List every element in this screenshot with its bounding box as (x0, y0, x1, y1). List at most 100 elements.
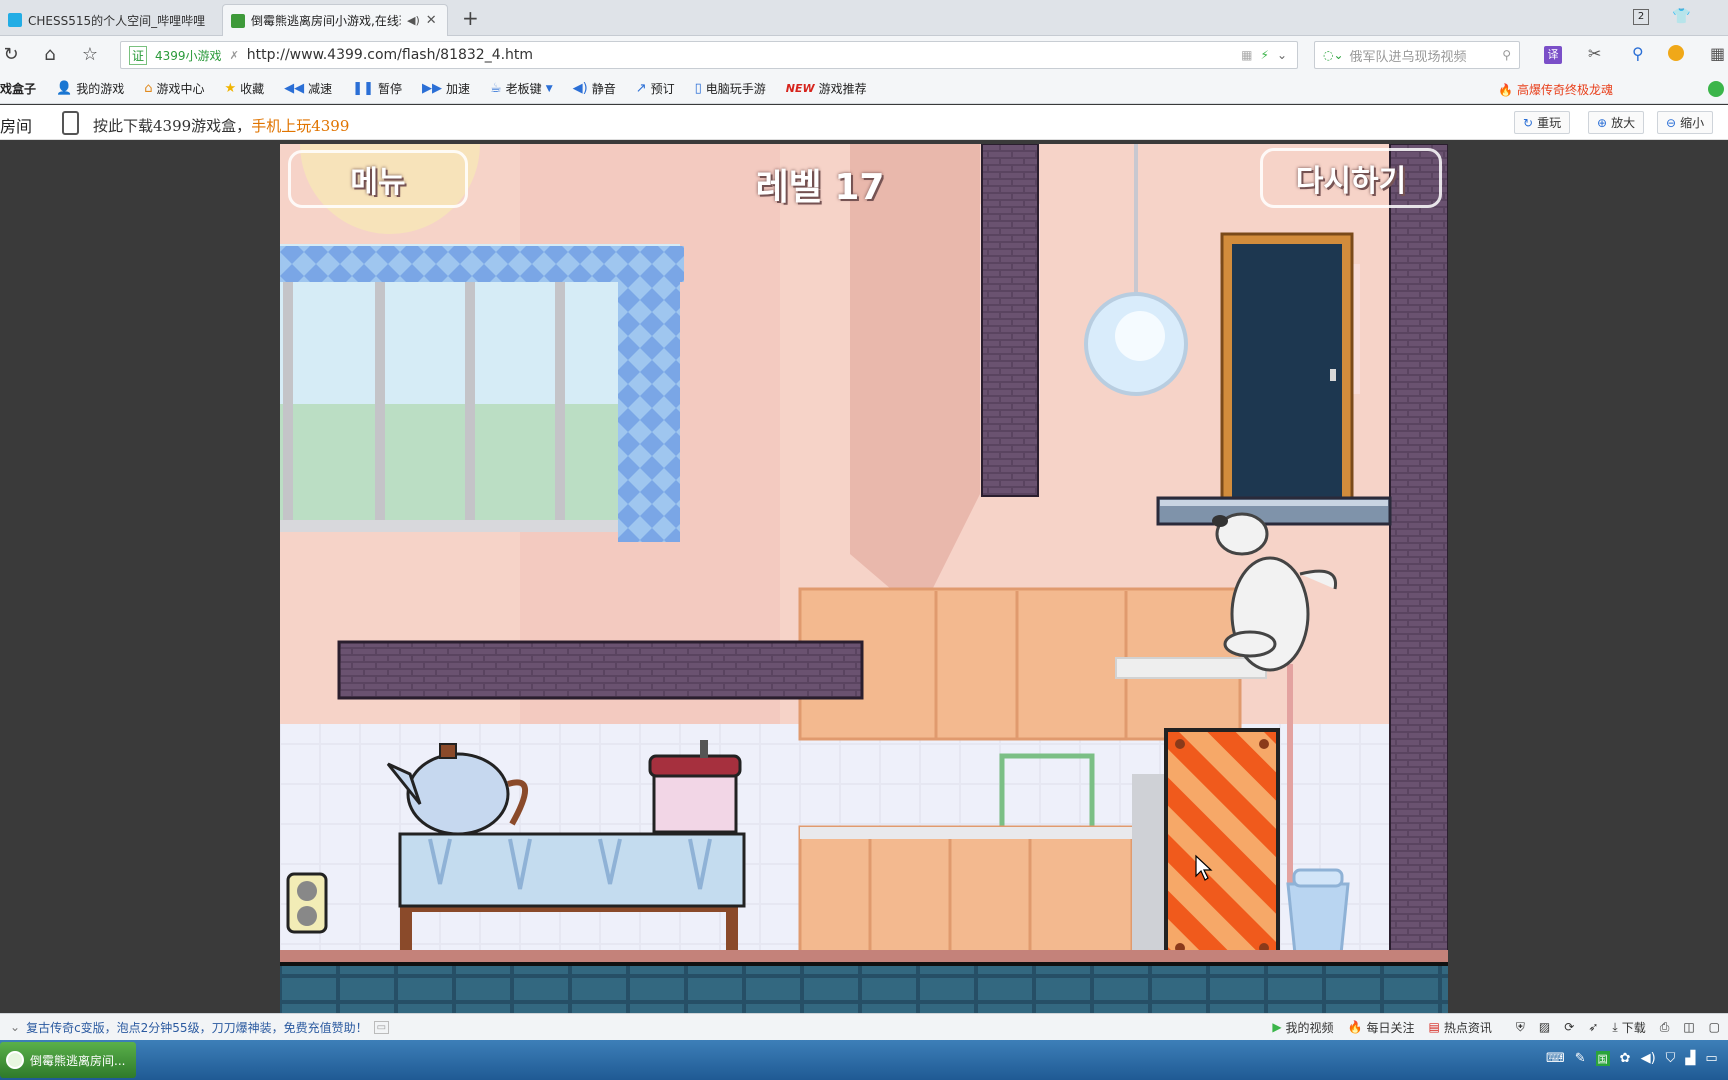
new-badge: NEW (785, 82, 815, 95)
tab-title: 倒霉熊逃离房间小游戏,在线玩 (251, 14, 401, 28)
taskbar-app-button[interactable]: 倒霉熊逃离房间... (0, 1042, 136, 1078)
refresh-icon[interactable]: ⟳ (1564, 1020, 1574, 1034)
url-text[interactable]: http://www.4399.com/flash/81832_4.htm (247, 47, 533, 63)
tray-badge[interactable]: 国 (1595, 1051, 1610, 1066)
keyboard-icon[interactable]: ⌨ (1546, 1051, 1565, 1066)
menu-button[interactable]: 메뉴 (288, 150, 468, 208)
my-videos-link[interactable]: ▶ 我的视频 (1272, 1019, 1333, 1036)
taskbar: 倒霉熊逃离房间... ⌨ ✎ 国 ✿ ◀) ⛉ ▟ ▭ (0, 1040, 1728, 1080)
magnifier-icon[interactable]: ⚲ (1632, 44, 1644, 63)
search-input[interactable]: 俄军队进乌现场视频 (1350, 46, 1467, 65)
bookmark-star-icon[interactable]: ☆ (79, 44, 101, 66)
rocket-icon[interactable]: ➶ (1588, 1020, 1598, 1034)
address-bar[interactable]: 证 4399小游戏 ✗ http://www.4399.com/flash/81… (120, 41, 1298, 69)
phone-icon (62, 111, 79, 135)
bookmark-game-center[interactable]: ⌂ 游戏中心 (144, 80, 204, 97)
zoom-out-icon: ⊖ (1666, 115, 1677, 130)
bookmark-label: 游戏推荐 (818, 82, 867, 96)
bookmark-pc-mobile-games[interactable]: ▯ 电脑玩手游 (695, 80, 766, 97)
bookmark-label: 静音 (591, 82, 616, 96)
tab-4399-game[interactable]: 倒霉熊逃离房间小游戏,在线玩 ◀) ✕ (222, 4, 448, 36)
dropdown-arrow-icon[interactable]: ▼ (546, 84, 553, 94)
home-icon: ⌂ (144, 81, 153, 96)
replay-button[interactable]: ↻ 重玩 (1514, 111, 1571, 134)
bookmark-favorites[interactable]: ★ 收藏 (225, 80, 265, 97)
reload-icon: ↻ (1523, 115, 1534, 130)
status-dot-icon[interactable] (1708, 81, 1724, 97)
qr-icon[interactable]: ▦ (1241, 48, 1252, 62)
bookmark-label: 暂停 (377, 82, 402, 96)
status-item-label: 每日关注 (1366, 1020, 1415, 1035)
bookmark-pause[interactable]: ❚❚ 暂停 (352, 80, 402, 97)
hot-news-link[interactable]: ▤ 热点资讯 (1429, 1019, 1492, 1036)
bookmark-mute[interactable]: ◀) 静音 (573, 80, 616, 97)
bookmark-label: 游戏中心 (156, 82, 205, 96)
network-icon[interactable]: ⛉ (1666, 1051, 1676, 1066)
status-item-label: 热点资讯 (1443, 1020, 1492, 1035)
bookmark-recommend[interactable]: NEW 游戏推荐 (786, 80, 867, 97)
download-highlight: 手机上玩4399 (251, 117, 350, 135)
browser-icon[interactable]: ◫ (1683, 1020, 1694, 1034)
play-icon: ▶ (1272, 1020, 1282, 1034)
mute-tab-icon[interactable]: ◀) (407, 14, 420, 27)
reload-icon[interactable]: ↻ (0, 44, 22, 66)
scissors-icon[interactable]: ✂ (1588, 44, 1601, 63)
game-canvas[interactable]: 메뉴 레벨 17 다시하기 (280, 144, 1448, 1013)
flower-icon[interactable]: ✿ (1620, 1051, 1631, 1066)
status-bar: ⌄ 复古传奇c变版，泡点2分钟55级，刀刀爆神装，免费充值赞助！ ▭ ▶ 我的视频… (0, 1013, 1728, 1040)
zoom-in-icon: ⊕ (1597, 115, 1608, 130)
image-icon[interactable]: ▨ (1539, 1020, 1550, 1034)
lightning-icon[interactable]: ⚡ (1261, 48, 1269, 62)
download-link[interactable]: ⤓ 下载 (1612, 1019, 1645, 1036)
download-icon: ⤓ (1612, 1019, 1618, 1034)
download-promo[interactable]: 按此下载4399游戏盒，手机上玩4399 (93, 115, 349, 136)
room-label: 房间 (0, 117, 33, 136)
bookmark-reserve[interactable]: ↗ 预订 (636, 80, 675, 97)
zoom-in-button[interactable]: ⊕ 放大 (1588, 111, 1645, 134)
printer-icon[interactable]: ⎙ (1660, 1020, 1670, 1035)
coupon-icon[interactable] (1668, 45, 1684, 61)
zoom-in-label: 放大 (1611, 116, 1636, 130)
search-icon[interactable]: ⚲ (1502, 48, 1511, 62)
bookmark-label: 预订 (650, 82, 675, 96)
bookmark-game-box[interactable]: 戏盒子 (0, 80, 36, 97)
ad-badge-icon: ▭ (373, 1020, 390, 1034)
shield-icon[interactable]: ⛨ (1516, 1020, 1525, 1035)
tab-count-badge[interactable]: 2 (1633, 9, 1649, 25)
close-tab-icon[interactable]: ✕ (426, 13, 437, 28)
page-toolbar: 房间 按此下载4399游戏盒，手机上玩4399 ↻ 重玩 ⊕ 放大 ⊖ 缩小 (0, 105, 1728, 140)
dropdown-chevron-icon[interactable]: ⌄ (1277, 48, 1287, 62)
rewind-icon: ◀◀ (284, 81, 305, 96)
pen-icon[interactable]: ✎ (1575, 1051, 1586, 1066)
bookmarks-bar: 戏盒子 👤 我的游戏 ⌂ 游戏中心 ★ 收藏 ◀◀ 减速 ❚❚ 暂停 ▶▶ 加速 ☕ 老板键 ▼… (0, 74, 1728, 104)
level-title: 레벨 17 (755, 167, 885, 208)
window-icon[interactable]: ▢ (1709, 1020, 1720, 1034)
tab-bilibili[interactable]: CHESS515的个人空间_哔哩哔哩 (0, 4, 220, 36)
apps-grid-icon[interactable]: ▦ (1710, 44, 1725, 63)
bookmark-slow-down[interactable]: ◀◀ 减速 (284, 80, 332, 97)
share-icon: ↗ (635, 81, 647, 96)
bookmark-label: 加速 (446, 82, 471, 96)
star-icon: ★ (224, 81, 237, 96)
search-box[interactable]: ◌⌄ 俄军队进乌现场视频 ⚲ (1314, 41, 1520, 69)
bookmark-boss-key[interactable]: ☕ 老板键 ▼ (490, 80, 553, 97)
retry-button[interactable]: 다시하기 (1260, 148, 1442, 208)
shirt-icon[interactable]: 👕 (1672, 7, 1691, 25)
home-icon[interactable]: ⌂ (39, 44, 61, 66)
search-engine-icon[interactable]: ◌⌄ (1323, 48, 1344, 62)
ad-text[interactable]: 复古传奇c变版，泡点2分钟55级，刀刀爆神装，免费充值赞助！ (26, 1019, 368, 1036)
signal-icon[interactable]: ▟ (1685, 1051, 1695, 1066)
monitor-icon[interactable]: ▭ (1705, 1051, 1717, 1066)
volume-icon[interactable]: ◀) (1641, 1051, 1656, 1066)
news-icon: ▤ (1428, 1020, 1440, 1034)
promo-link[interactable]: 🔥 高爆传奇终极龙魂 (1498, 81, 1613, 98)
zoom-out-button[interactable]: ⊖ 缩小 (1657, 111, 1714, 134)
no-cert-icon: ✗ (229, 48, 239, 62)
new-tab-icon[interactable]: + (462, 6, 479, 30)
bookmark-my-games[interactable]: 👤 我的游戏 (56, 80, 124, 97)
bookmark-speed-up[interactable]: ▶▶ 加速 (422, 80, 470, 97)
bilibili-icon (8, 13, 22, 27)
translate-icon[interactable]: 译 (1544, 46, 1562, 64)
chevron-down-icon[interactable]: ⌄ (10, 1020, 20, 1034)
daily-follow-link[interactable]: 🔥 每日关注 (1348, 1019, 1415, 1036)
